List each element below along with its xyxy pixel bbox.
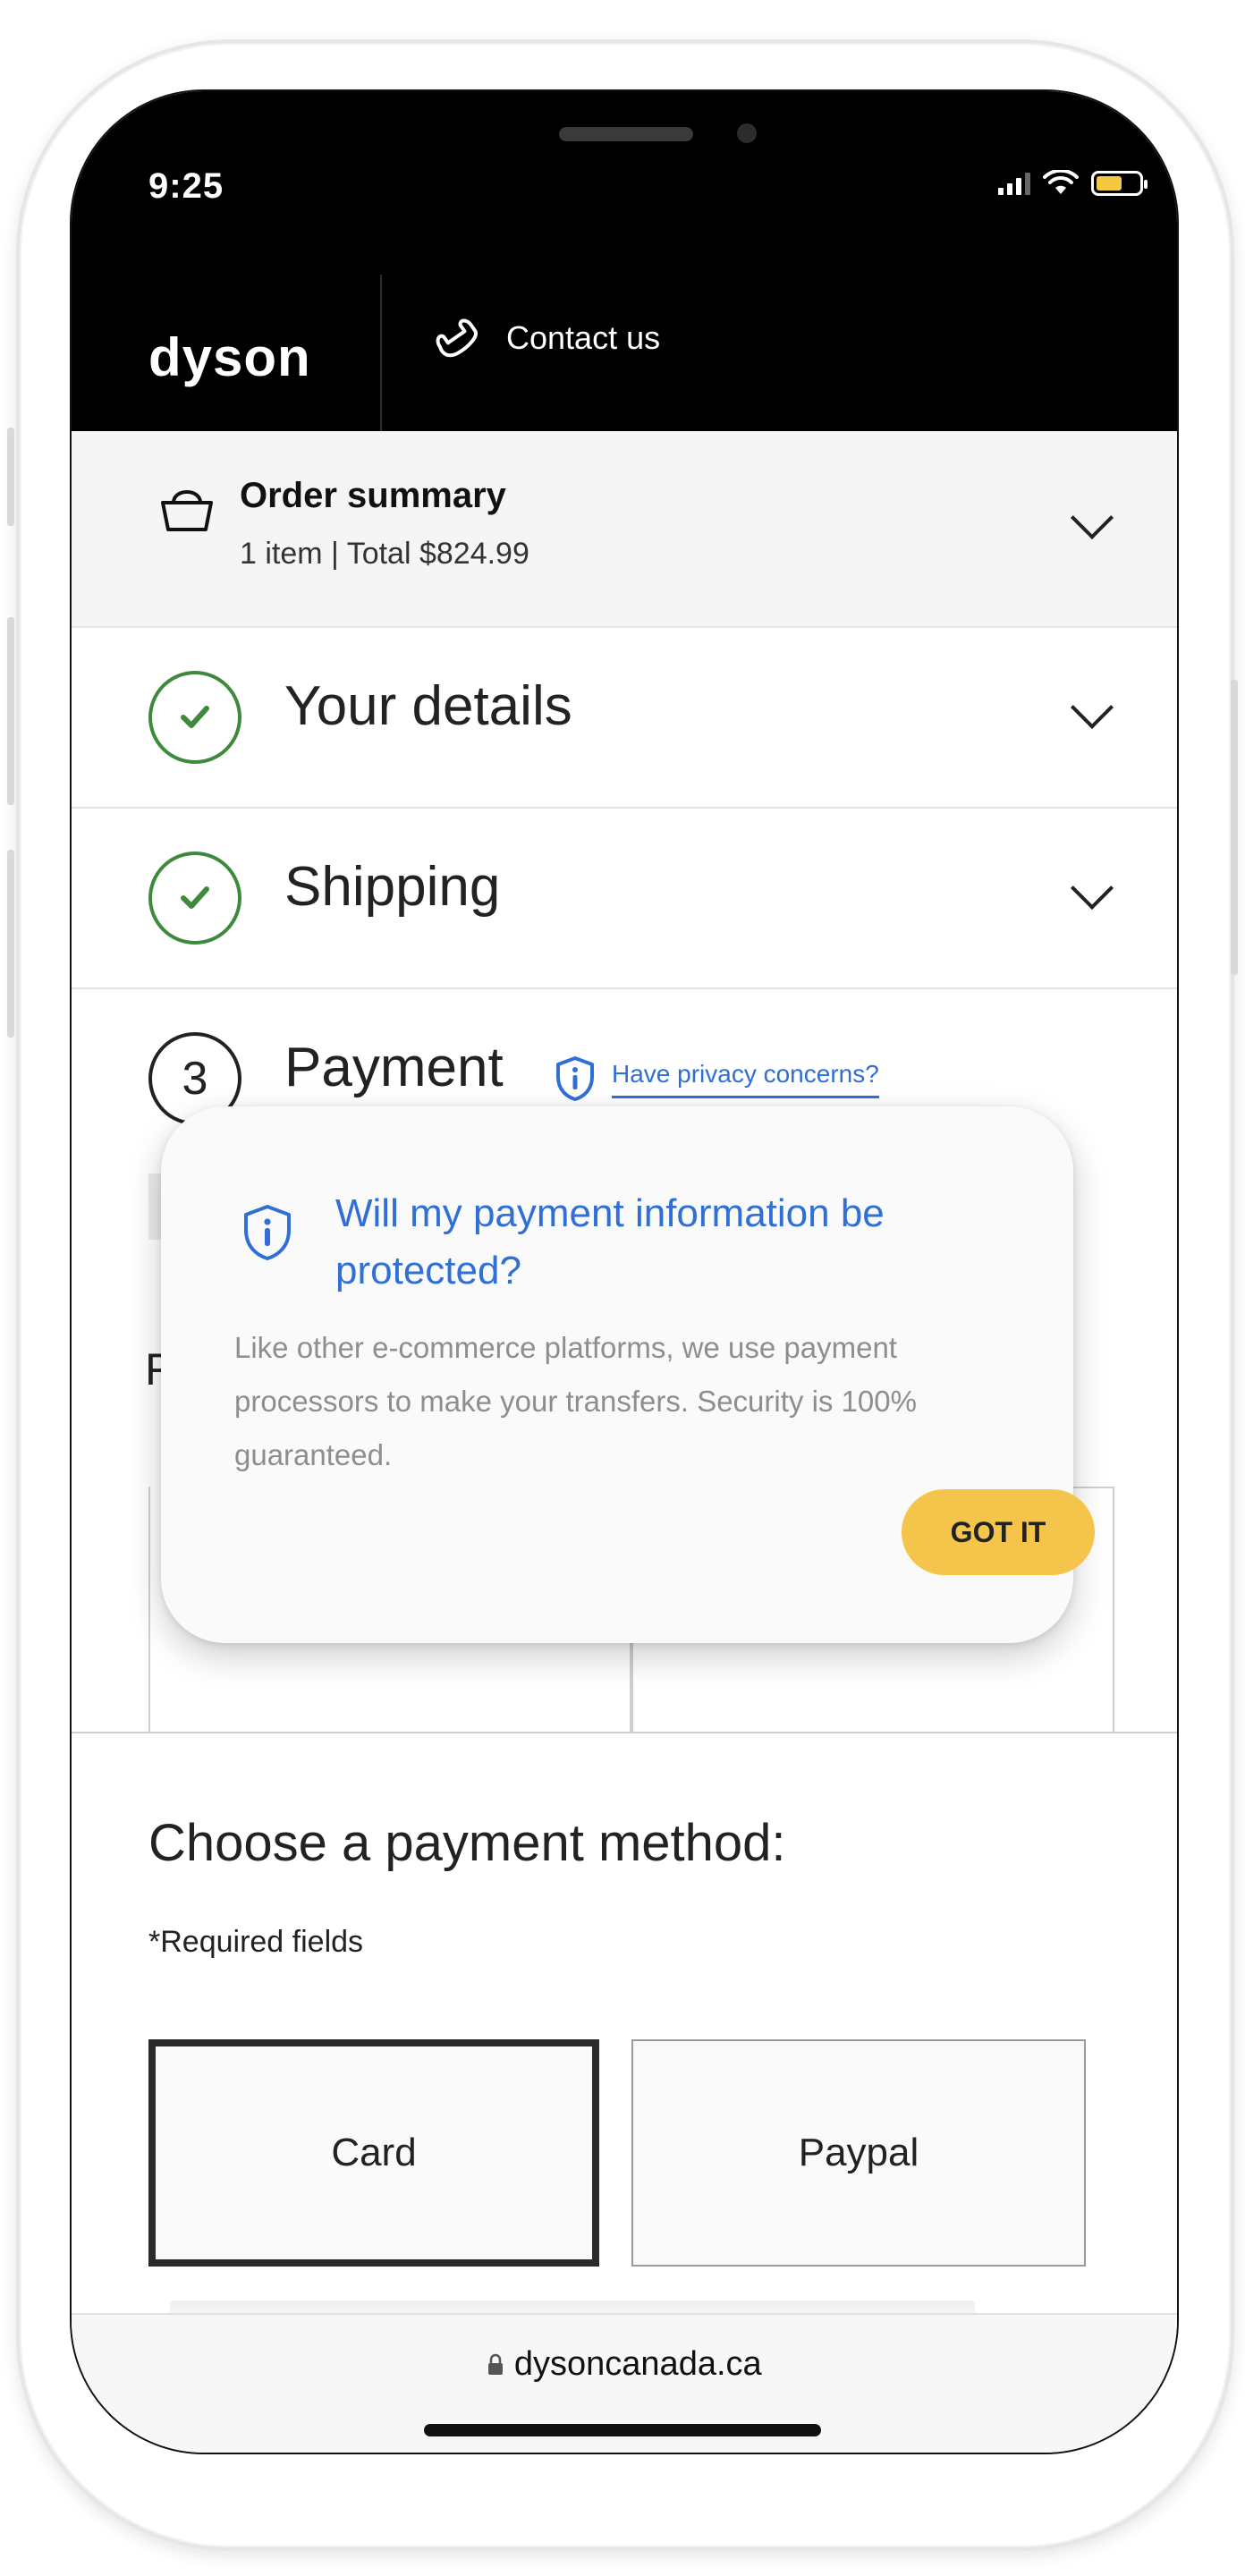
step-shipping-label: Shipping: [284, 856, 501, 918]
wifi-icon: [1043, 170, 1079, 194]
paypal-option-button[interactable]: Paypal: [631, 2039, 1086, 2267]
basket-icon: [161, 490, 213, 531]
phone-screen: 9:25 dyson Contact us Order summary 1 it…: [70, 89, 1179, 2454]
chevron-down-icon: [1070, 685, 1114, 730]
signal-icon: [998, 172, 1030, 195]
mute-switch: [7, 428, 14, 526]
divider-line: [72, 1732, 1177, 1733]
dyson-logo[interactable]: dyson: [148, 326, 311, 388]
check-circle-icon: [148, 671, 241, 764]
power-button: [1231, 680, 1238, 975]
popup-title: Will my payment information be protected…: [335, 1191, 885, 1292]
step-payment-label: Payment: [284, 1037, 504, 1098]
step-your-details[interactable]: Your details: [72, 628, 1177, 809]
header-divider: [380, 275, 382, 431]
step-shipping[interactable]: Shipping: [72, 809, 1177, 989]
site-header: dyson Contact us: [72, 257, 1177, 431]
phone-icon: [436, 318, 479, 358]
chevron-down-icon: [1070, 496, 1114, 540]
order-summary-subtitle: 1 item | Total $824.99: [240, 537, 529, 571]
check-circle-icon: [148, 852, 241, 945]
volume-up-button: [7, 617, 14, 805]
status-icons: [998, 170, 1148, 197]
contact-us-link[interactable]: Contact us: [429, 310, 660, 366]
privacy-concerns-label: Have privacy concerns?: [612, 1060, 879, 1098]
order-summary-title: Order summary: [240, 476, 506, 515]
volume-down-button: [7, 850, 14, 1038]
privacy-popup: Will my payment information be protected…: [161, 1106, 1095, 1643]
status-bar: 9:25: [72, 91, 1177, 257]
chevron-down-icon: [1070, 866, 1114, 911]
payment-method-title: Choose a payment method:: [148, 1814, 786, 1872]
lock-icon: [488, 2353, 504, 2375]
privacy-concerns-link[interactable]: Have privacy concerns?: [555, 1055, 879, 1102]
url-display: dysoncanada.ca: [72, 2345, 1177, 2384]
front-camera: [737, 123, 757, 143]
required-fields-note: *Required fields: [148, 1925, 364, 1959]
url-text: dysoncanada.ca: [513, 2345, 762, 2383]
popup-body: Like other e-commerce platforms, we use …: [234, 1331, 917, 1471]
status-time: 9:25: [148, 166, 224, 206]
order-summary-row[interactable]: Order summary 1 item | Total $824.99: [72, 431, 1177, 628]
card-option-button[interactable]: Card: [148, 2039, 599, 2267]
step-your-details-label: Your details: [284, 675, 572, 737]
speaker-grille: [559, 127, 693, 141]
contact-us-label: Contact us: [506, 319, 661, 356]
shield-info-icon: [556, 1056, 594, 1101]
battery-icon: [1091, 171, 1148, 196]
shield-info-icon: [244, 1205, 291, 1260]
got-it-button[interactable]: GOT IT: [902, 1489, 1095, 1575]
home-indicator[interactable]: [424, 2424, 821, 2436]
